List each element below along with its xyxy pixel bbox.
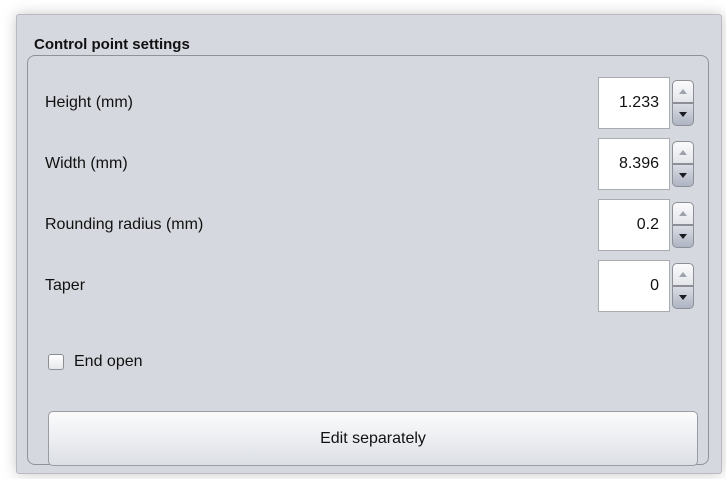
end-open-row: End open [48,350,143,374]
rounding-radius-label: Rounding radius (mm) [45,216,204,233]
control-point-settings-window: Control point settings Height (mm) 1.233… [16,14,722,474]
width-increment-button[interactable] [672,141,694,164]
taper-row: Taper 0 [28,260,708,312]
height-label: Height (mm) [45,94,134,111]
triangle-down-icon [679,173,687,178]
width-row: Width (mm) 8.396 [28,138,708,190]
width-spinner: 8.396 [598,138,696,190]
taper-input[interactable]: 0 [598,260,670,312]
height-row: Height (mm) 1.233 [28,77,708,129]
width-spin-buttons [672,141,694,187]
end-open-checkbox[interactable] [48,354,64,370]
height-spinner: 1.233 [598,77,696,129]
rounding-radius-row: Rounding radius (mm) 0.2 [28,199,708,251]
triangle-down-icon [679,112,687,117]
triangle-up-icon [679,150,687,155]
taper-label: Taper [45,277,86,294]
taper-spin-buttons [672,263,694,309]
width-input[interactable]: 8.396 [598,138,670,190]
triangle-up-icon [679,211,687,216]
width-label: Width (mm) [45,155,128,172]
height-input[interactable]: 1.233 [598,77,670,129]
height-increment-button[interactable] [672,80,694,103]
taper-decrement-button[interactable] [672,286,694,309]
rounding-radius-decrement-button[interactable] [672,225,694,248]
edit-separately-button[interactable]: Edit separately [48,411,698,466]
end-open-label[interactable]: End open [74,353,143,371]
width-decrement-button[interactable] [672,164,694,187]
height-decrement-button[interactable] [672,103,694,126]
panel-title: Control point settings [34,36,190,53]
triangle-up-icon [679,89,687,94]
settings-group: Height (mm) 1.233 Width (mm) 8.396 Round… [27,55,709,466]
height-spin-buttons [672,80,694,126]
triangle-down-icon [679,234,687,239]
rounding-radius-spin-buttons [672,202,694,248]
taper-spinner: 0 [598,260,696,312]
rounding-radius-input[interactable]: 0.2 [598,199,670,251]
triangle-down-icon [679,295,687,300]
taper-increment-button[interactable] [672,263,694,286]
triangle-up-icon [679,272,687,277]
rounding-radius-increment-button[interactable] [672,202,694,225]
rounding-radius-spinner: 0.2 [598,199,696,251]
